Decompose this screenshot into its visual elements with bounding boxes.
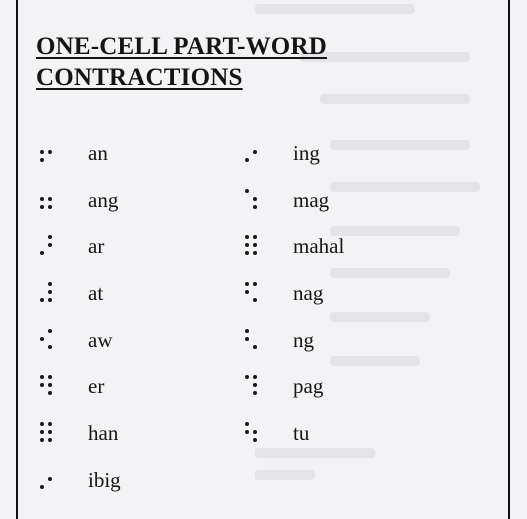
contraction-word: han (88, 421, 119, 446)
braille-dot (40, 298, 44, 303)
braille-cell-icon (245, 282, 259, 303)
braille-dot (48, 150, 52, 154)
braille-dot (253, 438, 257, 443)
contraction-word: ar (88, 234, 105, 259)
braille-dot (40, 383, 44, 388)
braille-cell-icon (245, 375, 259, 396)
contraction-word: ang (88, 187, 119, 212)
braille-cell-icon (40, 328, 54, 349)
braille-dot (245, 290, 249, 295)
braille-dot (40, 430, 44, 435)
braille-dot (48, 243, 52, 248)
contraction-word: ing (293, 141, 320, 165)
braille-cell-icon (40, 469, 54, 489)
braille-cell-icon (40, 375, 54, 396)
contraction-word: er (88, 374, 105, 399)
contraction-word: an (88, 141, 108, 165)
braille-dot (245, 375, 249, 380)
braille-cell-icon (245, 422, 259, 443)
braille-dot (40, 251, 44, 256)
braille-dot (245, 243, 249, 248)
braille-dot (48, 344, 52, 349)
braille-dot (40, 150, 44, 154)
braille-cell-icon (40, 422, 54, 443)
braille-dot (40, 158, 44, 162)
braille-dot (48, 430, 52, 435)
braille-dot (253, 344, 257, 349)
braille-dot (253, 383, 257, 388)
braille-cell-icon (40, 142, 54, 162)
braille-cell-icon (245, 188, 259, 209)
contraction-word: at (88, 281, 104, 306)
braille-cell-icon (40, 282, 54, 303)
braille-dot (253, 430, 257, 435)
contraction-word: mag (293, 187, 330, 212)
braille-cell-icon (245, 235, 259, 256)
braille-dot (40, 422, 44, 427)
braille-dot (40, 196, 44, 201)
braille-dot (245, 235, 249, 240)
braille-dot (48, 204, 52, 209)
braille-dot (245, 158, 249, 162)
braille-dot (48, 290, 52, 295)
contraction-word: nag (293, 281, 324, 306)
braille-dot (48, 391, 52, 396)
braille-dot (253, 298, 257, 303)
braille-dot (40, 438, 44, 443)
page-title: ONE-CELL PART-WORD CONTRACTIONS (36, 31, 327, 93)
braille-dot (48, 375, 52, 380)
braille-dot (253, 375, 257, 380)
braille-cell-icon (40, 235, 54, 256)
braille-cell-icon (245, 328, 259, 349)
braille-dot (253, 282, 257, 287)
braille-dot (253, 196, 257, 201)
title-line-2: CONTRACTIONS (36, 64, 243, 91)
contraction-word: pag (293, 374, 324, 399)
braille-dot (245, 188, 249, 193)
braille-dot (48, 328, 52, 333)
braille-dot (48, 235, 52, 240)
braille-dot (253, 204, 257, 209)
braille-dot (253, 391, 257, 396)
braille-dot (48, 196, 52, 201)
braille-dot (245, 422, 249, 427)
braille-dot (40, 484, 44, 489)
braille-dot (48, 476, 52, 481)
braille-dot (48, 422, 52, 427)
contraction-word: ibig (88, 467, 121, 492)
braille-dot (245, 251, 249, 256)
title-line-1: ONE-CELL PART-WORD (36, 33, 327, 60)
braille-dot (245, 430, 249, 435)
braille-dot (48, 438, 52, 443)
contraction-word: aw (88, 327, 113, 352)
braille-dot (253, 235, 257, 240)
contraction-word: tu (293, 421, 310, 446)
braille-dot (48, 282, 52, 287)
braille-dot (40, 204, 44, 209)
contraction-word: ng (293, 327, 314, 352)
braille-dot (253, 243, 257, 248)
braille-cell-icon (40, 189, 54, 209)
braille-dot (253, 251, 257, 256)
braille-dot (245, 282, 249, 287)
braille-dot (245, 328, 249, 333)
braille-dot (40, 336, 44, 341)
braille-dot (40, 375, 44, 380)
braille-dot (253, 150, 257, 154)
braille-cell-icon (245, 142, 259, 162)
braille-dot (48, 383, 52, 388)
braille-dot (245, 336, 249, 341)
braille-dot (48, 298, 52, 303)
contraction-word: mahal (293, 234, 345, 259)
